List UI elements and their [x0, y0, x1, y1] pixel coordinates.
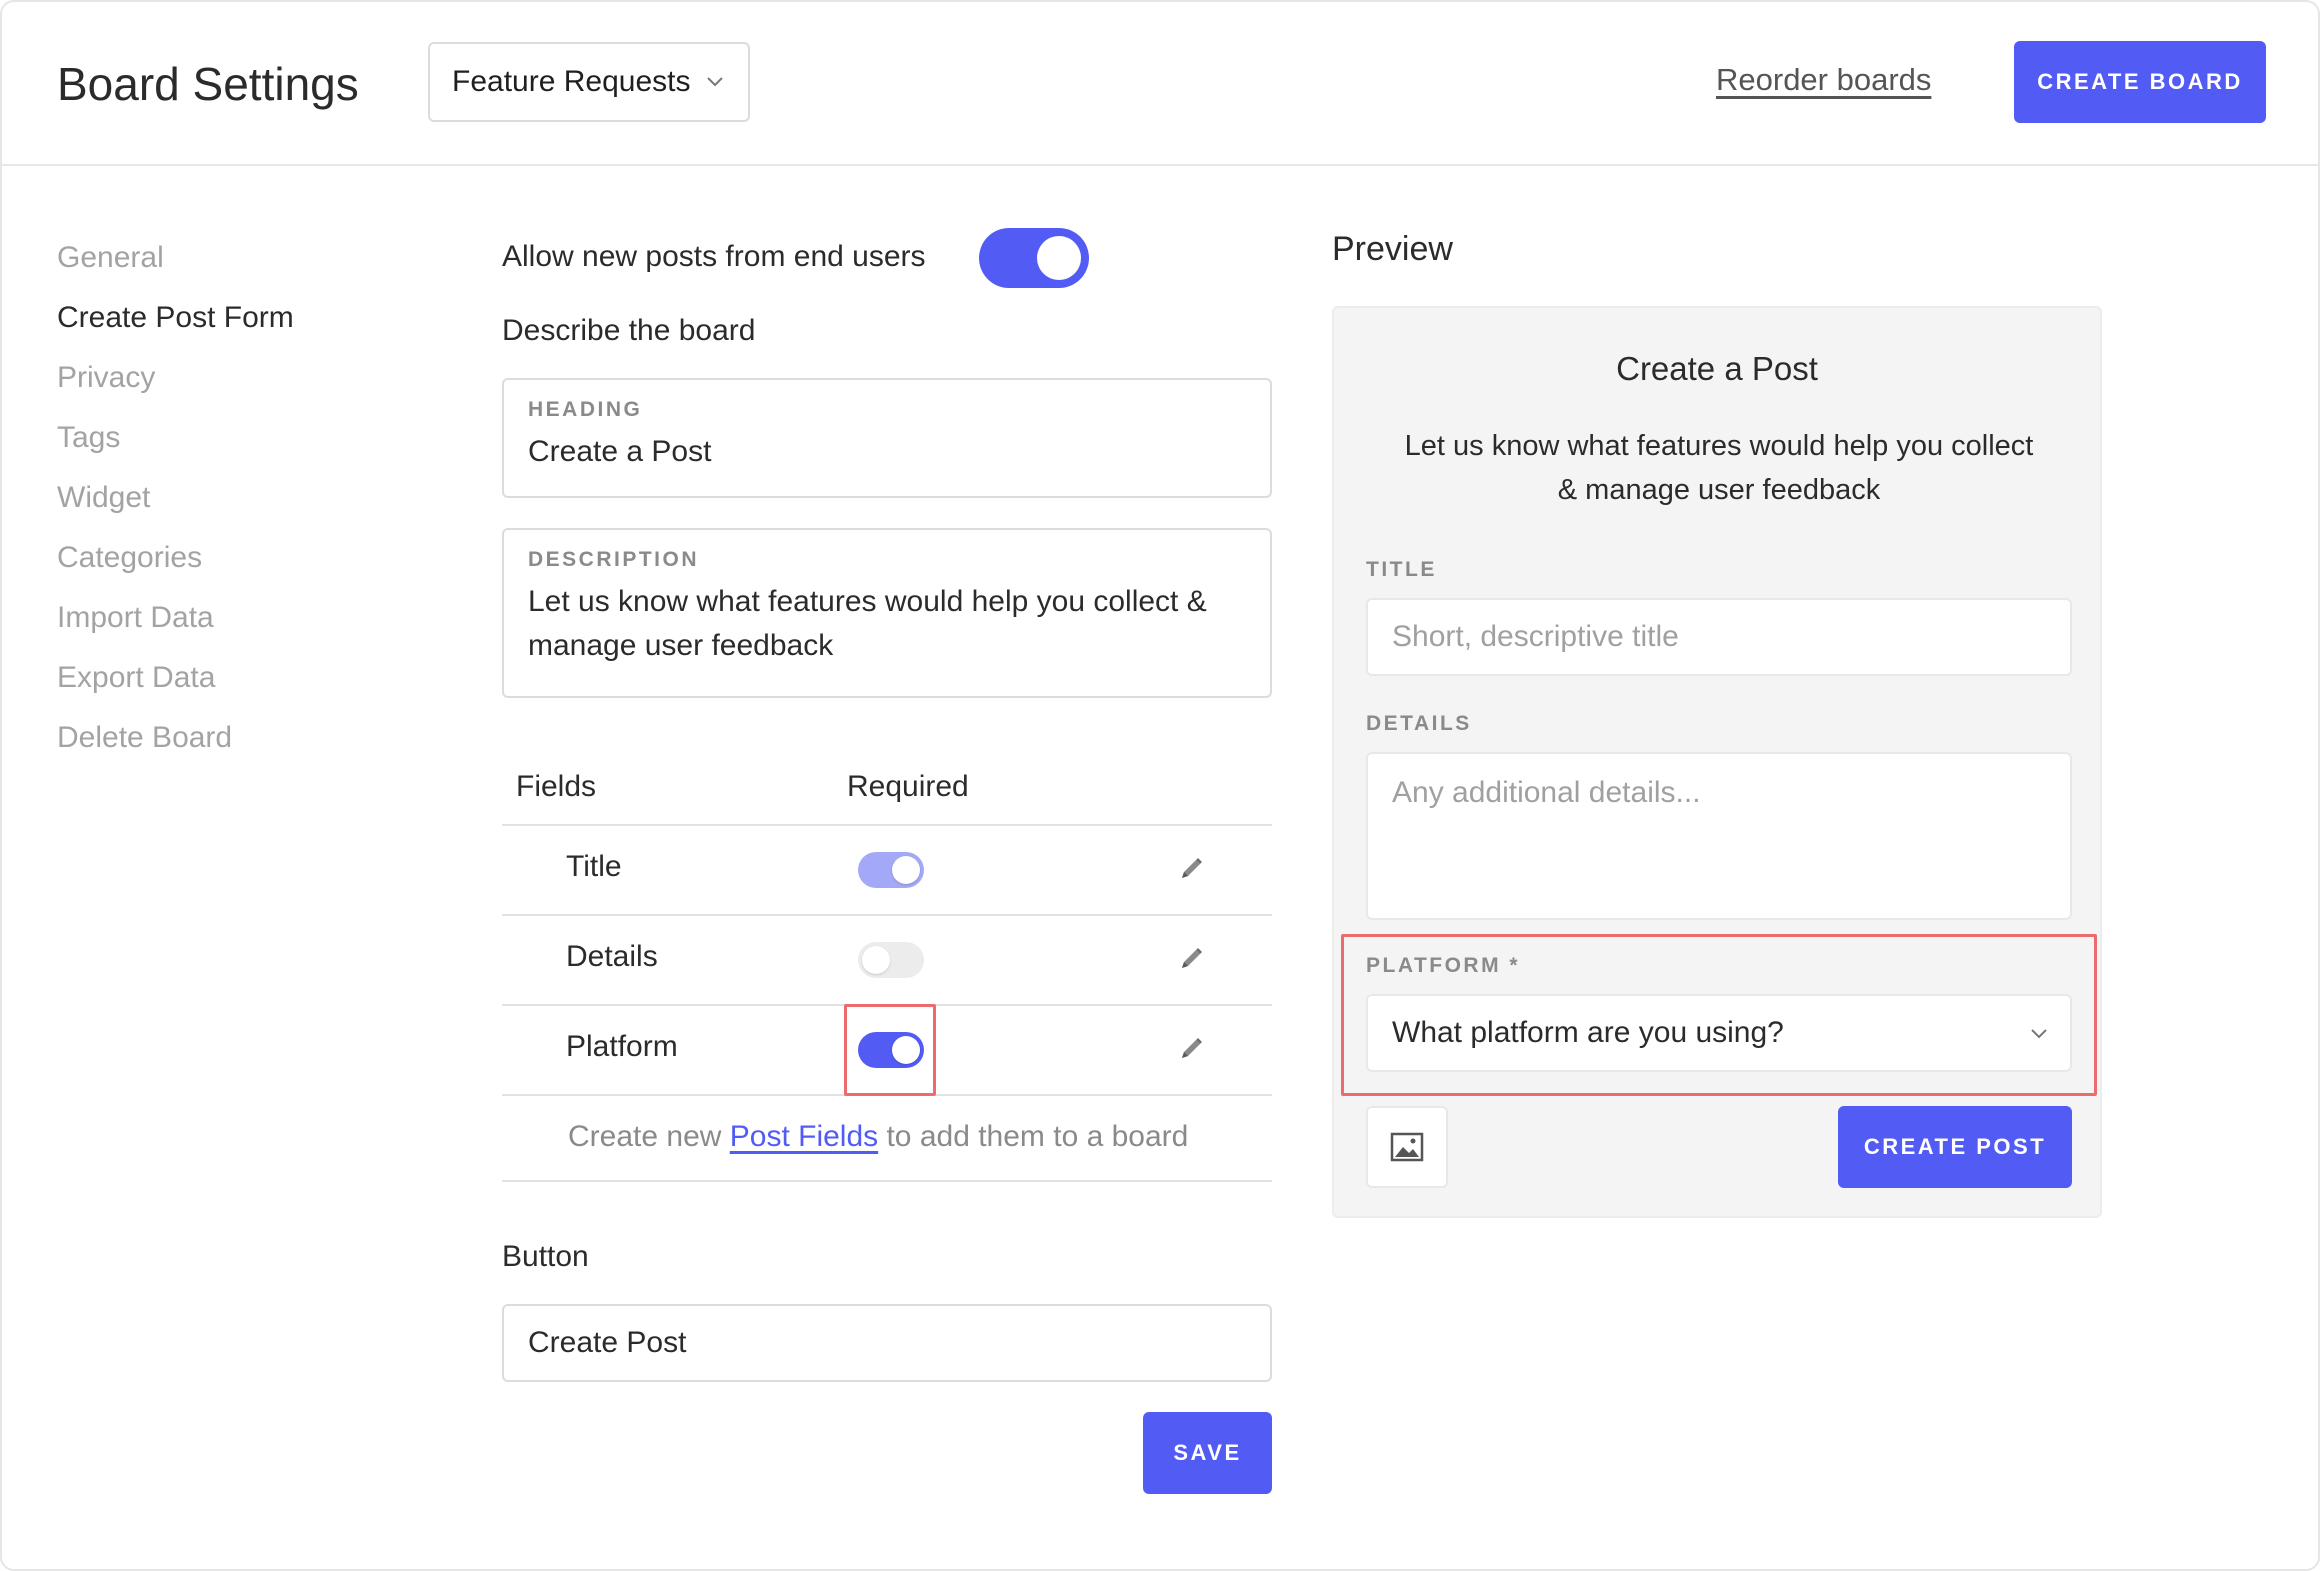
- fields-table-header: Fields Required: [502, 760, 1272, 826]
- post-fields-note: Create new Post Fields to add them to a …: [568, 1120, 1188, 1154]
- toggle-knob: [892, 1036, 920, 1064]
- allow-new-posts-toggle[interactable]: [979, 228, 1089, 288]
- pencil-icon[interactable]: [1176, 1034, 1206, 1064]
- app-window: Board Settings Feature Requests Reorder …: [0, 0, 2320, 1571]
- field-row-title: Title: [502, 826, 1272, 916]
- sidebar-item-privacy[interactable]: Privacy: [57, 354, 294, 414]
- field-row-details: Details: [502, 916, 1272, 1006]
- board-select-value: Feature Requests: [452, 65, 691, 98]
- description-field[interactable]: DESCRIPTION Let us know what features wo…: [502, 528, 1272, 698]
- toggle-knob: [892, 856, 920, 884]
- description-field-label: DESCRIPTION: [528, 548, 700, 571]
- preview-title: Create a Post: [1616, 350, 1818, 387]
- fields-table: Fields Required Title Details Platform C…: [502, 760, 1272, 1182]
- field-name: Platform: [566, 1030, 678, 1063]
- pencil-icon[interactable]: [1176, 854, 1206, 884]
- preview-description: Let us know what features would help you…: [1404, 430, 2034, 506]
- board-select-dropdown[interactable]: Feature Requests: [428, 42, 750, 122]
- sidebar-item-categories[interactable]: Categories: [57, 534, 294, 594]
- create-board-button[interactable]: CREATE BOARD: [2014, 41, 2266, 123]
- post-fields-link[interactable]: Post Fields: [730, 1120, 878, 1153]
- field-name: Details: [566, 940, 658, 973]
- title-required-toggle[interactable]: [858, 852, 924, 888]
- note-text: to add them to a board: [878, 1120, 1189, 1153]
- preview-details-label: DETAILS: [1366, 712, 1472, 735]
- preview-heading: Preview: [1332, 230, 1453, 268]
- sidebar-item-widget[interactable]: Widget: [57, 474, 294, 534]
- field-row-platform: Platform: [502, 1004, 1272, 1096]
- save-button[interactable]: SAVE: [1143, 1412, 1272, 1494]
- settings-sidebar: General Create Post Form Privacy Tags Wi…: [57, 234, 294, 774]
- top-header: Board Settings Feature Requests Reorder …: [2, 2, 2318, 166]
- sidebar-item-import-data[interactable]: Import Data: [57, 594, 294, 654]
- sidebar-item-general[interactable]: General: [57, 234, 294, 294]
- sidebar-item-create-post-form[interactable]: Create Post Form: [57, 294, 294, 354]
- allow-new-posts-row: Allow new posts from end users: [502, 224, 1089, 290]
- description-field-value: Let us know what features would help you…: [528, 585, 1207, 662]
- heading-field-label: HEADING: [528, 398, 643, 421]
- platform-select-placeholder: What platform are you using?: [1392, 1016, 1784, 1049]
- preview-details-input[interactable]: Any additional details...: [1366, 752, 2072, 920]
- chevron-down-icon: [2031, 1029, 2047, 1039]
- allow-new-posts-label: Allow new posts from end users: [502, 240, 926, 273]
- heading-field-value: Create a Post: [528, 435, 712, 468]
- toggle-knob: [862, 946, 890, 974]
- image-icon: [1390, 1132, 1424, 1162]
- create-post-button[interactable]: CREATE POST: [1838, 1106, 2072, 1188]
- note-text: Create new: [568, 1120, 730, 1153]
- page-title: Board Settings: [57, 58, 359, 110]
- reorder-boards-link[interactable]: Reorder boards: [1716, 62, 1931, 98]
- heading-field[interactable]: HEADING Create a Post: [502, 378, 1272, 498]
- preview-platform-label: PLATFORM *: [1366, 954, 1521, 977]
- toggle-knob: [1037, 236, 1081, 280]
- preview-card: Create a Post Let us know what features …: [1332, 306, 2102, 1218]
- chevron-down-icon: [707, 77, 723, 87]
- post-fields-note-row: Create new Post Fields to add them to a …: [502, 1096, 1272, 1182]
- sidebar-item-export-data[interactable]: Export Data: [57, 654, 294, 714]
- field-name: Title: [566, 850, 622, 883]
- required-column-header: Required: [847, 770, 969, 803]
- preview-title-input[interactable]: Short, descriptive title: [1366, 598, 2072, 676]
- button-text-input[interactable]: Create Post: [502, 1304, 1272, 1382]
- describe-board-label: Describe the board: [502, 314, 756, 347]
- sidebar-item-delete-board[interactable]: Delete Board: [57, 714, 294, 774]
- sidebar-item-tags[interactable]: Tags: [57, 414, 294, 474]
- button-section-label: Button: [502, 1240, 589, 1273]
- preview-title-label: TITLE: [1366, 558, 1437, 581]
- details-required-toggle[interactable]: [858, 942, 924, 978]
- attach-image-button[interactable]: [1366, 1106, 1448, 1188]
- fields-column-header: Fields: [516, 770, 597, 803]
- pencil-icon[interactable]: [1176, 944, 1206, 974]
- platform-required-toggle[interactable]: [858, 1032, 924, 1068]
- preview-platform-select[interactable]: What platform are you using?: [1366, 994, 2072, 1072]
